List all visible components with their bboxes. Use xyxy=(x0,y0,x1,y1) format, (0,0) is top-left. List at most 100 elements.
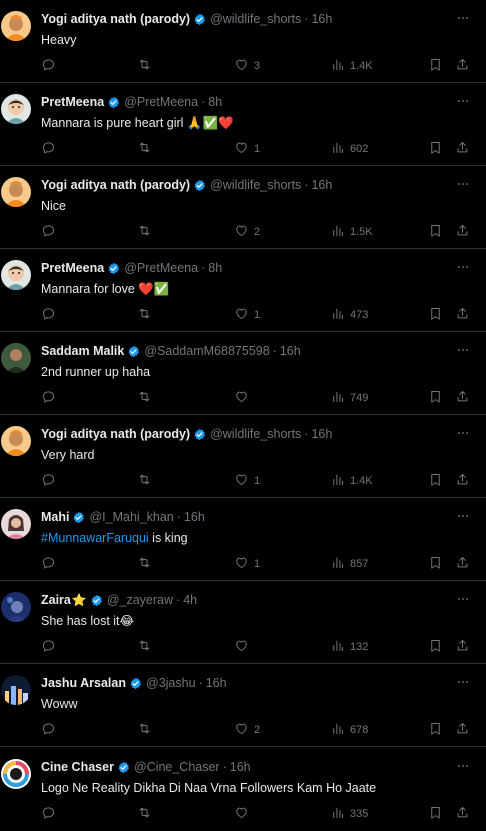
author-name[interactable]: Cine Chaser xyxy=(41,759,114,775)
share-button[interactable] xyxy=(455,554,470,574)
tweet-reply[interactable]: Yogi aditya nath (parody) @wildlife_short… xyxy=(0,0,486,83)
like-button[interactable]: 2 xyxy=(234,720,260,740)
verified-badge-icon[interactable] xyxy=(129,677,142,690)
verified-badge-icon[interactable] xyxy=(107,96,120,109)
views-button[interactable]: 473 xyxy=(330,305,368,325)
author-name[interactable]: Yogi aditya nath (parody) xyxy=(41,177,190,193)
author-handle[interactable]: @PretMeena xyxy=(124,94,198,110)
tweet-reply[interactable]: Yogi aditya nath (parody) @wildlife_short… xyxy=(0,166,486,249)
author-handle[interactable]: @wildlife_shorts xyxy=(210,426,301,442)
retweet-button[interactable] xyxy=(137,305,152,325)
author-name[interactable]: PretMeena xyxy=(41,260,104,276)
verified-badge-icon[interactable] xyxy=(72,511,85,524)
retweet-button[interactable] xyxy=(137,222,152,242)
tweet-reply[interactable]: Zaira ⭐ @_zayeraw · 4h She has lost it😂 132 xyxy=(0,581,486,664)
verified-badge-icon[interactable] xyxy=(117,761,130,774)
avatar[interactable] xyxy=(1,759,31,789)
verified-badge-icon[interactable] xyxy=(193,13,206,26)
bookmark-button[interactable] xyxy=(428,720,443,740)
more-icon[interactable] xyxy=(456,675,470,689)
bookmark-button[interactable] xyxy=(428,804,443,824)
share-button[interactable] xyxy=(455,637,470,657)
author-name[interactable]: Saddam Malik xyxy=(41,343,124,359)
reply-button[interactable] xyxy=(41,56,56,76)
reply-button[interactable] xyxy=(41,637,56,657)
verified-badge-icon[interactable] xyxy=(107,262,120,275)
more-icon[interactable] xyxy=(456,260,470,274)
views-button[interactable]: 1.5K xyxy=(330,222,373,242)
tweet-reply[interactable]: PretMeena @PretMeena · 8h Mannara for love ❤… xyxy=(0,249,486,332)
verified-badge-icon[interactable] xyxy=(127,345,140,358)
avatar[interactable] xyxy=(1,426,31,456)
like-button[interactable]: 1 xyxy=(234,554,260,574)
author-handle[interactable]: @SaddamM68875598 xyxy=(144,343,269,359)
avatar[interactable] xyxy=(1,177,31,207)
retweet-button[interactable] xyxy=(137,139,152,159)
author-handle[interactable]: @wildlife_shorts xyxy=(210,177,301,193)
avatar[interactable] xyxy=(1,592,31,622)
share-button[interactable] xyxy=(455,222,470,242)
avatar[interactable] xyxy=(1,11,31,41)
more-icon[interactable] xyxy=(456,343,470,357)
retweet-button[interactable] xyxy=(137,637,152,657)
timestamp[interactable]: 16h xyxy=(206,675,227,691)
more-icon[interactable] xyxy=(456,426,470,440)
bookmark-button[interactable] xyxy=(428,388,443,408)
retweet-button[interactable] xyxy=(137,720,152,740)
tweet-reply[interactable]: Mahi @I_Mahi_khan · 16h #MunnawarFaruqui is … xyxy=(0,498,486,581)
timestamp[interactable]: 16h xyxy=(280,343,301,359)
more-icon[interactable] xyxy=(456,94,470,108)
bookmark-button[interactable] xyxy=(428,222,443,242)
timestamp[interactable]: 8h xyxy=(208,260,222,276)
bookmark-button[interactable] xyxy=(428,554,443,574)
like-button[interactable] xyxy=(234,637,254,657)
verified-badge-icon[interactable] xyxy=(193,428,206,441)
share-button[interactable] xyxy=(455,804,470,824)
author-handle[interactable]: @Cine_Chaser xyxy=(134,759,220,775)
avatar[interactable] xyxy=(1,343,31,373)
avatar[interactable] xyxy=(1,94,31,124)
views-button[interactable]: 1.4K xyxy=(330,471,373,491)
like-button[interactable]: 2 xyxy=(234,222,260,242)
share-button[interactable] xyxy=(455,56,470,76)
timestamp[interactable]: 8h xyxy=(208,94,222,110)
reply-button[interactable] xyxy=(41,554,56,574)
like-button[interactable]: 3 xyxy=(234,56,260,76)
retweet-button[interactable] xyxy=(137,554,152,574)
like-button[interactable] xyxy=(234,388,254,408)
author-handle[interactable]: @I_Mahi_khan xyxy=(89,509,173,525)
author-name[interactable]: Zaira xyxy=(41,592,71,608)
tweet-reply[interactable]: Yogi aditya nath (parody) @wildlife_short… xyxy=(0,415,486,498)
author-name[interactable]: Jashu Arsalan xyxy=(41,675,126,691)
bookmark-button[interactable] xyxy=(428,305,443,325)
bookmark-button[interactable] xyxy=(428,637,443,657)
more-icon[interactable] xyxy=(456,759,470,773)
like-button[interactable]: 1 xyxy=(234,471,260,491)
timestamp[interactable]: 16h xyxy=(311,177,332,193)
share-button[interactable] xyxy=(455,471,470,491)
views-button[interactable]: 749 xyxy=(330,388,368,408)
like-button[interactable]: 1 xyxy=(234,305,260,325)
author-name[interactable]: Yogi aditya nath (parody) xyxy=(41,11,190,27)
timestamp[interactable]: 16h xyxy=(184,509,205,525)
share-button[interactable] xyxy=(455,305,470,325)
more-icon[interactable] xyxy=(456,509,470,523)
author-handle[interactable]: @wildlife_shorts xyxy=(210,11,301,27)
avatar[interactable] xyxy=(1,675,31,705)
avatar[interactable] xyxy=(1,260,31,290)
views-button[interactable]: 857 xyxy=(330,554,368,574)
bookmark-button[interactable] xyxy=(428,56,443,76)
timestamp[interactable]: 16h xyxy=(230,759,251,775)
more-icon[interactable] xyxy=(456,177,470,191)
views-button[interactable]: 132 xyxy=(330,637,368,657)
retweet-button[interactable] xyxy=(137,471,152,491)
author-name[interactable]: Yogi aditya nath (parody) xyxy=(41,426,190,442)
verified-badge-icon[interactable] xyxy=(90,594,103,607)
author-handle[interactable]: @PretMeena xyxy=(124,260,198,276)
avatar[interactable] xyxy=(1,509,31,539)
retweet-button[interactable] xyxy=(137,56,152,76)
share-button[interactable] xyxy=(455,388,470,408)
reply-button[interactable] xyxy=(41,720,56,740)
reply-button[interactable] xyxy=(41,305,56,325)
share-button[interactable] xyxy=(455,720,470,740)
